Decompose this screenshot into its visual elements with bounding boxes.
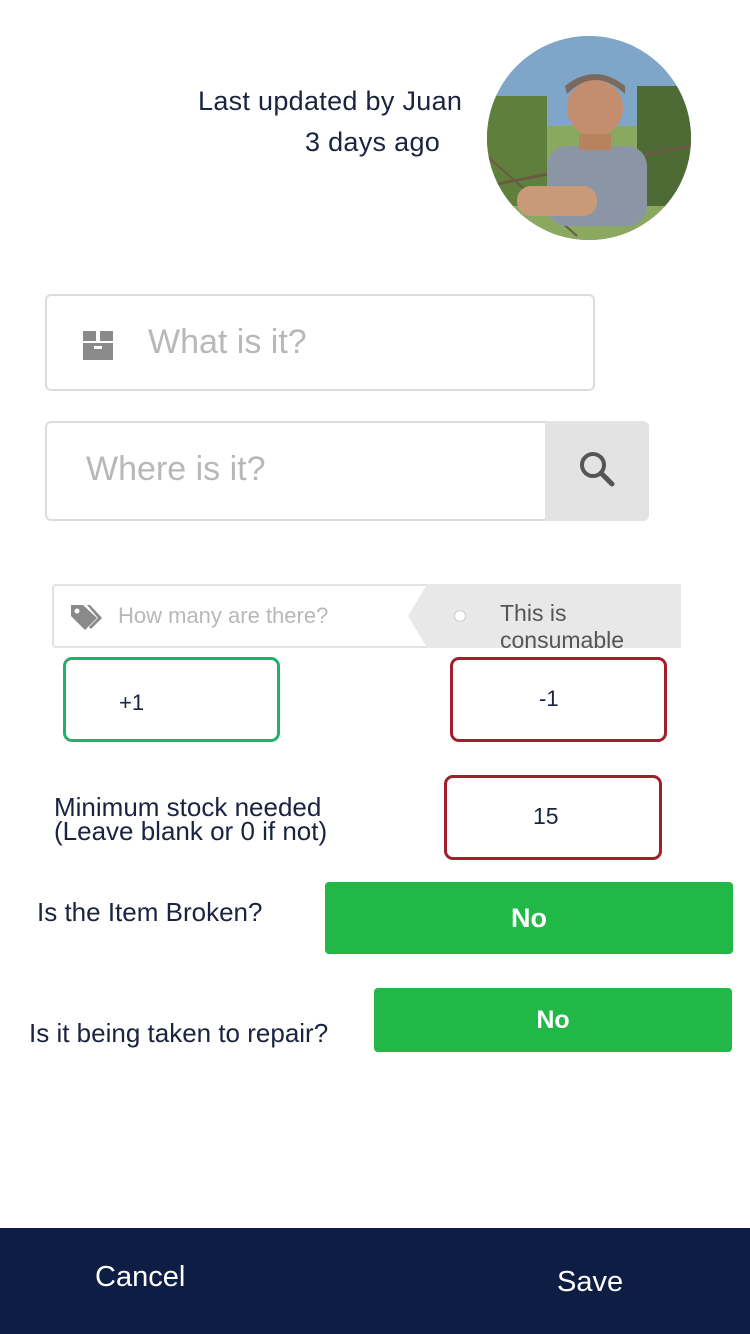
what-is-it-input[interactable]: What is it? — [45, 294, 595, 391]
search-button[interactable] — [545, 421, 649, 521]
decrement-label: -1 — [539, 686, 559, 711]
box-icon — [80, 328, 116, 367]
item-edit-page: Last updated by Juan 3 days ago What is … — [0, 0, 750, 1334]
last-updated-text: Last updated by Juan — [198, 86, 463, 116]
broken-toggle-button[interactable]: No — [325, 882, 733, 954]
what-is-it-placeholder: What is it? — [148, 323, 307, 361]
repair-question: Is it being taken to repair? — [29, 1018, 329, 1048]
how-many-input[interactable]: How many are there? This is consumable — [52, 584, 681, 648]
avatar — [487, 36, 691, 240]
cancel-button[interactable]: Cancel — [95, 1261, 185, 1294]
repair-toggle-button[interactable]: No — [374, 988, 732, 1052]
toggle-dot-icon — [454, 610, 466, 622]
min-stock-value: 15 — [533, 803, 559, 829]
tags-icon — [69, 603, 103, 636]
min-stock-label-line2: (Leave blank or 0 if not) — [54, 816, 328, 846]
min-stock-input[interactable]: 15 — [444, 775, 662, 860]
consumable-label: This is consumable — [500, 600, 625, 653]
search-icon — [577, 449, 617, 494]
where-is-it-input[interactable]: Where is it? — [45, 421, 649, 521]
where-is-it-placeholder: Where is it? — [86, 450, 266, 488]
increment-button[interactable]: +1 — [63, 657, 280, 742]
last-updated-time: 3 days ago — [305, 127, 441, 157]
save-button[interactable]: Save — [557, 1266, 623, 1299]
how-many-placeholder: How many are there? — [118, 603, 329, 628]
increment-label: +1 — [119, 690, 145, 715]
decrement-button[interactable]: -1 — [450, 657, 667, 742]
broken-question: Is the Item Broken? — [37, 897, 263, 927]
consumable-toggle[interactable]: This is consumable — [408, 584, 681, 648]
footer-bar: Cancel Save — [0, 1228, 750, 1334]
min-stock-label: Minimum stock needed (Leave blank or 0 i… — [54, 794, 328, 846]
